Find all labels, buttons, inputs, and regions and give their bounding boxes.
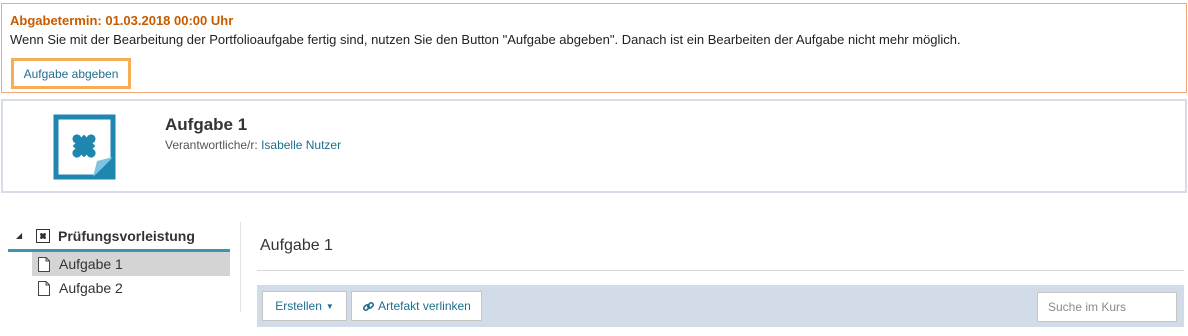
puzzle-icon [53,114,116,180]
create-label: Erstellen [275,299,322,313]
sidebar-divider [240,222,241,312]
document-icon [38,280,50,296]
collapse-triangle-icon[interactable]: ◢ [16,231,26,240]
deadline-text: Wenn Sie mit der Bearbeitung der Portfol… [10,32,961,47]
caret-down-icon: ▼ [325,301,334,311]
tree-root[interactable]: ◢ Prüfungsvorleistung [8,222,230,252]
tree-root-label: Prüfungsvorleistung [58,227,195,244]
document-icon [38,256,50,272]
link-artifact-button[interactable]: Artefakt verlinken [351,291,482,321]
responsible-line: Verantwortliche/r: Isabelle Nutzer [165,138,341,152]
content-divider [257,270,1184,271]
responsible-label: Verantwortliche/r: [165,138,258,152]
course-search-input[interactable] [1037,292,1177,322]
content-title: Aufgabe 1 [260,237,333,254]
tree-item-label: Aufgabe 1 [59,256,123,272]
submit-task-button[interactable]: Aufgabe abgeben [11,58,131,89]
task-header: Aufgabe 1 Verantwortliche/r: Isabelle Nu… [1,99,1187,193]
responsible-name-link[interactable]: Isabelle Nutzer [261,138,341,152]
deadline-alert: Abgabetermin: 01.03.2018 00:00 Uhr Wenn … [1,3,1187,93]
content-toolbar: Erstellen ▼ Artefakt verlinken [257,285,1184,327]
deadline-title: Abgabetermin: 01.03.2018 00:00 Uhr [10,13,234,28]
portfolio-tree: ◢ Prüfungsvorleistung Aufgabe 1 Aufgabe … [8,222,230,300]
link-artifact-label: Artefakt verlinken [378,299,471,313]
tree-item-label: Aufgabe 2 [59,280,123,296]
task-title: Aufgabe 1 [165,115,248,134]
create-dropdown-button[interactable]: Erstellen ▼ [262,291,347,321]
tree-item-aufgabe-1[interactable]: Aufgabe 1 [32,252,230,276]
puzzle-icon [36,228,50,243]
link-icon [363,301,375,311]
tree-item-aufgabe-2[interactable]: Aufgabe 2 [32,276,230,300]
